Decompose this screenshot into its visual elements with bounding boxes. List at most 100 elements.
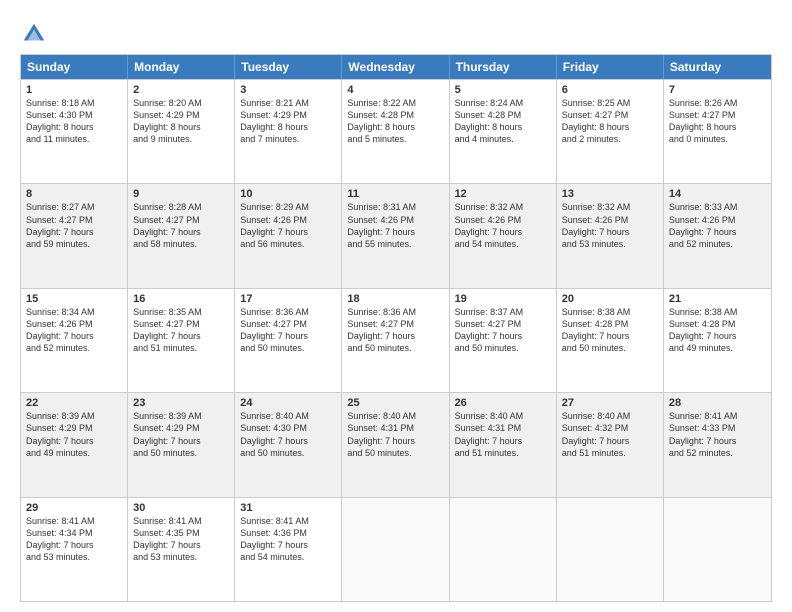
cal-cell-23: 23Sunrise: 8:39 AM Sunset: 4:29 PM Dayli… [128, 393, 235, 496]
day-number: 13 [562, 188, 658, 200]
cal-cell-20: 20Sunrise: 8:38 AM Sunset: 4:28 PM Dayli… [557, 289, 664, 392]
cal-cell-31: 31Sunrise: 8:41 AM Sunset: 4:36 PM Dayli… [235, 498, 342, 601]
day-number: 4 [347, 84, 443, 96]
header [20, 16, 772, 48]
cal-cell-13: 13Sunrise: 8:32 AM Sunset: 4:26 PM Dayli… [557, 184, 664, 287]
calendar: SundayMondayTuesdayWednesdayThursdayFrid… [20, 54, 772, 602]
cal-cell-9: 9Sunrise: 8:28 AM Sunset: 4:27 PM Daylig… [128, 184, 235, 287]
cal-cell-29: 29Sunrise: 8:41 AM Sunset: 4:34 PM Dayli… [21, 498, 128, 601]
day-number: 29 [26, 502, 122, 514]
day-info: Sunrise: 8:40 AM Sunset: 4:30 PM Dayligh… [240, 410, 336, 459]
day-info: Sunrise: 8:33 AM Sunset: 4:26 PM Dayligh… [669, 201, 766, 250]
day-number: 14 [669, 188, 766, 200]
cal-cell-4: 4Sunrise: 8:22 AM Sunset: 4:28 PM Daylig… [342, 80, 449, 183]
day-number: 27 [562, 397, 658, 409]
day-info: Sunrise: 8:22 AM Sunset: 4:28 PM Dayligh… [347, 97, 443, 146]
day-number: 17 [240, 293, 336, 305]
day-info: Sunrise: 8:34 AM Sunset: 4:26 PM Dayligh… [26, 306, 122, 355]
day-number: 22 [26, 397, 122, 409]
day-number: 7 [669, 84, 766, 96]
day-info: Sunrise: 8:25 AM Sunset: 4:27 PM Dayligh… [562, 97, 658, 146]
cal-cell-15: 15Sunrise: 8:34 AM Sunset: 4:26 PM Dayli… [21, 289, 128, 392]
cal-week-3: 22Sunrise: 8:39 AM Sunset: 4:29 PM Dayli… [21, 392, 771, 496]
cal-header-thursday: Thursday [450, 55, 557, 79]
day-number: 6 [562, 84, 658, 96]
cal-cell-3: 3Sunrise: 8:21 AM Sunset: 4:29 PM Daylig… [235, 80, 342, 183]
cal-week-4: 29Sunrise: 8:41 AM Sunset: 4:34 PM Dayli… [21, 497, 771, 601]
cal-cell-30: 30Sunrise: 8:41 AM Sunset: 4:35 PM Dayli… [128, 498, 235, 601]
cal-cell-24: 24Sunrise: 8:40 AM Sunset: 4:30 PM Dayli… [235, 393, 342, 496]
day-info: Sunrise: 8:29 AM Sunset: 4:26 PM Dayligh… [240, 201, 336, 250]
day-info: Sunrise: 8:18 AM Sunset: 4:30 PM Dayligh… [26, 97, 122, 146]
cal-cell-22: 22Sunrise: 8:39 AM Sunset: 4:29 PM Dayli… [21, 393, 128, 496]
day-info: Sunrise: 8:40 AM Sunset: 4:32 PM Dayligh… [562, 410, 658, 459]
day-number: 25 [347, 397, 443, 409]
cal-header-tuesday: Tuesday [235, 55, 342, 79]
day-number: 20 [562, 293, 658, 305]
day-info: Sunrise: 8:41 AM Sunset: 4:33 PM Dayligh… [669, 410, 766, 459]
day-info: Sunrise: 8:40 AM Sunset: 4:31 PM Dayligh… [347, 410, 443, 459]
day-info: Sunrise: 8:36 AM Sunset: 4:27 PM Dayligh… [347, 306, 443, 355]
day-number: 16 [133, 293, 229, 305]
cal-cell-16: 16Sunrise: 8:35 AM Sunset: 4:27 PM Dayli… [128, 289, 235, 392]
day-number: 30 [133, 502, 229, 514]
cal-cell-18: 18Sunrise: 8:36 AM Sunset: 4:27 PM Dayli… [342, 289, 449, 392]
day-info: Sunrise: 8:20 AM Sunset: 4:29 PM Dayligh… [133, 97, 229, 146]
logo-icon [20, 20, 48, 48]
day-info: Sunrise: 8:32 AM Sunset: 4:26 PM Dayligh… [455, 201, 551, 250]
day-info: Sunrise: 8:32 AM Sunset: 4:26 PM Dayligh… [562, 201, 658, 250]
cal-cell-empty [664, 498, 771, 601]
day-info: Sunrise: 8:24 AM Sunset: 4:28 PM Dayligh… [455, 97, 551, 146]
day-number: 21 [669, 293, 766, 305]
day-number: 8 [26, 188, 122, 200]
day-number: 2 [133, 84, 229, 96]
day-info: Sunrise: 8:38 AM Sunset: 4:28 PM Dayligh… [669, 306, 766, 355]
page: SundayMondayTuesdayWednesdayThursdayFrid… [0, 0, 792, 612]
calendar-header: SundayMondayTuesdayWednesdayThursdayFrid… [21, 55, 771, 79]
cal-week-2: 15Sunrise: 8:34 AM Sunset: 4:26 PM Dayli… [21, 288, 771, 392]
cal-header-sunday: Sunday [21, 55, 128, 79]
cal-cell-empty [450, 498, 557, 601]
day-info: Sunrise: 8:41 AM Sunset: 4:34 PM Dayligh… [26, 515, 122, 564]
cal-cell-10: 10Sunrise: 8:29 AM Sunset: 4:26 PM Dayli… [235, 184, 342, 287]
day-info: Sunrise: 8:26 AM Sunset: 4:27 PM Dayligh… [669, 97, 766, 146]
day-number: 18 [347, 293, 443, 305]
day-number: 3 [240, 84, 336, 96]
logo [20, 20, 52, 48]
cal-cell-25: 25Sunrise: 8:40 AM Sunset: 4:31 PM Dayli… [342, 393, 449, 496]
day-info: Sunrise: 8:35 AM Sunset: 4:27 PM Dayligh… [133, 306, 229, 355]
cal-cell-21: 21Sunrise: 8:38 AM Sunset: 4:28 PM Dayli… [664, 289, 771, 392]
cal-header-monday: Monday [128, 55, 235, 79]
cal-cell-1: 1Sunrise: 8:18 AM Sunset: 4:30 PM Daylig… [21, 80, 128, 183]
cal-cell-12: 12Sunrise: 8:32 AM Sunset: 4:26 PM Dayli… [450, 184, 557, 287]
cal-cell-2: 2Sunrise: 8:20 AM Sunset: 4:29 PM Daylig… [128, 80, 235, 183]
cal-cell-17: 17Sunrise: 8:36 AM Sunset: 4:27 PM Dayli… [235, 289, 342, 392]
day-info: Sunrise: 8:28 AM Sunset: 4:27 PM Dayligh… [133, 201, 229, 250]
day-info: Sunrise: 8:27 AM Sunset: 4:27 PM Dayligh… [26, 201, 122, 250]
day-info: Sunrise: 8:37 AM Sunset: 4:27 PM Dayligh… [455, 306, 551, 355]
cal-cell-27: 27Sunrise: 8:40 AM Sunset: 4:32 PM Dayli… [557, 393, 664, 496]
cal-week-0: 1Sunrise: 8:18 AM Sunset: 4:30 PM Daylig… [21, 79, 771, 183]
cal-cell-26: 26Sunrise: 8:40 AM Sunset: 4:31 PM Dayli… [450, 393, 557, 496]
day-info: Sunrise: 8:41 AM Sunset: 4:36 PM Dayligh… [240, 515, 336, 564]
day-number: 28 [669, 397, 766, 409]
day-info: Sunrise: 8:38 AM Sunset: 4:28 PM Dayligh… [562, 306, 658, 355]
day-number: 10 [240, 188, 336, 200]
cal-cell-14: 14Sunrise: 8:33 AM Sunset: 4:26 PM Dayli… [664, 184, 771, 287]
cal-week-1: 8Sunrise: 8:27 AM Sunset: 4:27 PM Daylig… [21, 183, 771, 287]
cal-header-saturday: Saturday [664, 55, 771, 79]
cal-cell-11: 11Sunrise: 8:31 AM Sunset: 4:26 PM Dayli… [342, 184, 449, 287]
day-info: Sunrise: 8:36 AM Sunset: 4:27 PM Dayligh… [240, 306, 336, 355]
day-info: Sunrise: 8:41 AM Sunset: 4:35 PM Dayligh… [133, 515, 229, 564]
day-number: 23 [133, 397, 229, 409]
day-number: 31 [240, 502, 336, 514]
calendar-body: 1Sunrise: 8:18 AM Sunset: 4:30 PM Daylig… [21, 79, 771, 601]
cal-header-friday: Friday [557, 55, 664, 79]
day-number: 19 [455, 293, 551, 305]
cal-cell-5: 5Sunrise: 8:24 AM Sunset: 4:28 PM Daylig… [450, 80, 557, 183]
day-number: 12 [455, 188, 551, 200]
day-number: 11 [347, 188, 443, 200]
day-number: 5 [455, 84, 551, 96]
cal-header-wednesday: Wednesday [342, 55, 449, 79]
day-info: Sunrise: 8:31 AM Sunset: 4:26 PM Dayligh… [347, 201, 443, 250]
